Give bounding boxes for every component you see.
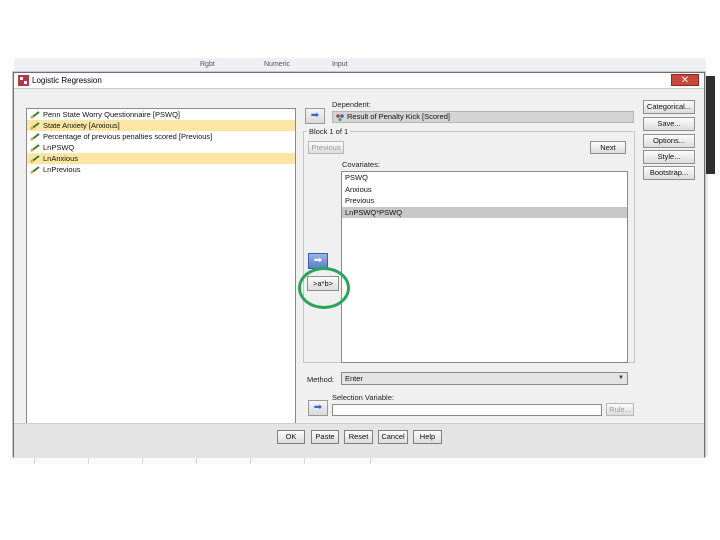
save-button[interactable]: Save...: [643, 117, 695, 131]
variable-item[interactable]: LnAnxious: [27, 153, 295, 164]
variable-label: Penn State Worry Questionnaire [PSWQ]: [43, 110, 181, 119]
chevron-down-icon: ▼: [618, 375, 624, 381]
help-button[interactable]: Help: [413, 430, 442, 444]
background-toolbar-label: Rgbt: [200, 61, 215, 68]
scale-variable-icon: [30, 155, 40, 163]
scale-variable-icon: [30, 166, 40, 174]
move-to-dependent-button[interactable]: ➡: [305, 108, 325, 124]
background-panel-edge: [705, 76, 715, 174]
rule-button[interactable]: Rule...: [606, 403, 634, 416]
scale-variable-icon: [30, 144, 40, 152]
app-icon: [18, 75, 29, 86]
scale-variable-icon: [30, 111, 40, 119]
scale-variable-icon: [30, 133, 40, 141]
covariate-item[interactable]: LnPSWQ*PSWQ: [342, 206, 627, 218]
covariates-label: Covariates:: [342, 160, 380, 169]
covariate-item[interactable]: PSWQ: [342, 172, 627, 184]
bottom-button-bar: OK Paste Reset Cancel Help: [14, 423, 704, 458]
style-button[interactable]: Style...: [643, 150, 695, 164]
variable-item[interactable]: LnPSWQ: [27, 142, 295, 153]
cancel-button[interactable]: Cancel: [378, 430, 408, 444]
logistic-regression-dialog: Logistic Regression ✕ Penn State Worry Q…: [13, 72, 705, 458]
method-label: Method:: [307, 375, 335, 384]
right-arrow-icon: ➡: [313, 402, 323, 413]
close-button[interactable]: ✕: [671, 74, 699, 86]
block-label: Block 1 of 1: [307, 127, 351, 136]
bootstrap-button[interactable]: Bootstrap...: [643, 166, 695, 180]
selection-variable-label: Selection Variable:: [332, 393, 394, 402]
previous-block-button[interactable]: Previous: [308, 141, 344, 154]
covariate-item[interactable]: Previous: [342, 195, 627, 207]
dependent-value: Result of Penalty Kick [Scored]: [347, 112, 450, 121]
variable-label: LnPrevious: [43, 165, 81, 174]
dialog-title: Logistic Regression: [32, 76, 102, 85]
dependent-label: Dependent:: [332, 100, 371, 109]
ok-button[interactable]: OK: [277, 430, 305, 444]
variable-label: LnPSWQ: [43, 143, 75, 152]
move-to-selection-button[interactable]: ➡: [308, 400, 328, 416]
categorical-button[interactable]: Categorical...: [643, 100, 695, 114]
variable-item[interactable]: Penn State Worry Questionnaire [PSWQ]: [27, 109, 295, 120]
variable-item[interactable]: LnPrevious: [27, 164, 295, 175]
right-arrow-icon: ➡: [310, 110, 320, 121]
paste-button[interactable]: Paste: [311, 430, 339, 444]
background-toolbar-label: Numeric: [264, 61, 291, 68]
background-toolbar-label: Input: [332, 61, 348, 68]
variable-label: LnAnxious: [43, 154, 79, 163]
reset-button[interactable]: Reset: [344, 430, 373, 444]
highlight-circle-annotation: [298, 267, 350, 309]
dialog-titlebar: Logistic Regression ✕: [14, 73, 704, 89]
selection-variable-field[interactable]: [332, 404, 602, 416]
nominal-variable-icon: [336, 114, 344, 121]
next-block-button[interactable]: Next: [590, 141, 626, 154]
variable-item[interactable]: State Anxiety [Anxious]: [27, 120, 295, 131]
options-button[interactable]: Options...: [643, 134, 695, 148]
variable-label: Percentage of previous penalties scored …: [43, 132, 213, 141]
method-value: Enter: [345, 374, 363, 383]
source-variable-list[interactable]: Penn State Worry Questionnaire [PSWQ] St…: [26, 108, 296, 424]
variable-item[interactable]: Percentage of previous penalties scored …: [27, 131, 295, 142]
variable-label: State Anxiety [Anxious]: [43, 121, 120, 130]
scale-variable-icon: [30, 122, 40, 130]
method-select[interactable]: Enter ▼: [341, 372, 628, 385]
dependent-field[interactable]: Result of Penalty Kick [Scored]: [332, 111, 634, 123]
right-arrow-icon: ➡: [313, 255, 323, 266]
covariates-list[interactable]: PSWQ Anxious Previous LnPSWQ*PSWQ: [341, 171, 628, 363]
covariate-item[interactable]: Anxious: [342, 184, 627, 196]
